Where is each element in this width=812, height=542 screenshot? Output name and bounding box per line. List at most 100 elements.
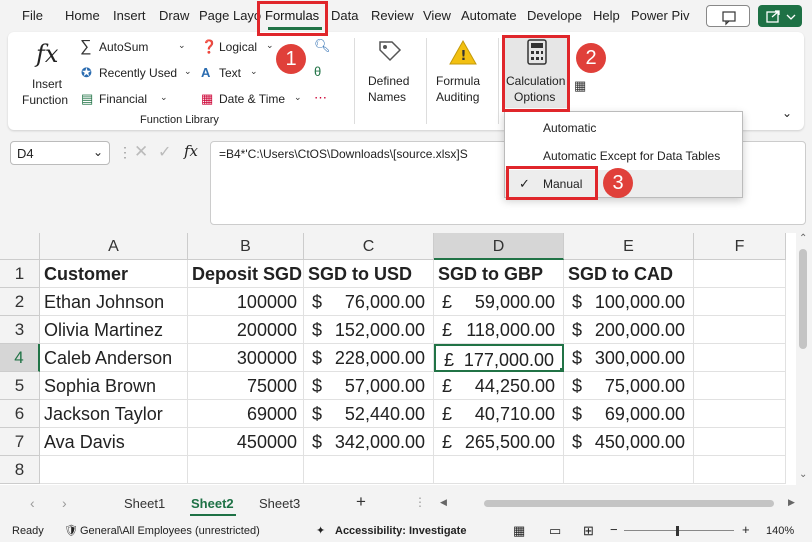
empty-cell[interactable] (694, 428, 786, 456)
vertical-scrollbar[interactable]: ⌃ ⌄ (796, 233, 812, 485)
zoom-slider-thumb[interactable] (676, 526, 679, 536)
calculate-sheet-button[interactable]: ▦ (574, 78, 594, 98)
menu-item-automatic-except-tables[interactable]: Automatic Except for Data Tables (505, 142, 742, 168)
currency-cell[interactable]: $300,000.00 (564, 344, 694, 372)
formula-auditing-button[interactable]: ! Formula Auditing (432, 36, 494, 108)
customer-cell[interactable]: Ethan Johnson (40, 288, 188, 316)
page-layout-view-icon[interactable]: ▭ (549, 523, 561, 539)
more-options-icon[interactable]: ⋮ (118, 144, 132, 161)
scroll-down-icon[interactable]: ⌄ (799, 469, 807, 480)
empty-cell[interactable] (694, 316, 786, 344)
insert-function-button[interactable]: fx Insert Function (14, 36, 78, 108)
tab-page-layout[interactable]: Page Layo (199, 8, 261, 23)
sheet-tab-sheet3[interactable]: Sheet3 (259, 496, 300, 511)
defined-names-button[interactable]: Defined Names (362, 36, 418, 108)
row-header-2[interactable]: 2 (0, 288, 40, 316)
horizontal-scrollbar-thumb[interactable] (484, 500, 774, 507)
math-trig-button[interactable]: θ (314, 64, 342, 84)
currency-cell[interactable]: $200,000.00 (564, 316, 694, 344)
row-header-5[interactable]: 5 (0, 372, 40, 400)
customer-cell[interactable]: Sophia Brown (40, 372, 188, 400)
zoom-slider[interactable] (624, 530, 734, 531)
empty-cell[interactable] (434, 456, 564, 484)
customer-cell[interactable]: Jackson Taylor (40, 400, 188, 428)
column-header-e[interactable]: E (564, 233, 694, 260)
horizontal-scrollbar[interactable]: ◀ ▶ (440, 497, 795, 509)
currency-cell[interactable]: $152,000.00 (304, 316, 434, 344)
empty-cell[interactable] (694, 372, 786, 400)
zoom-in-icon[interactable]: + (742, 522, 750, 537)
empty-cell[interactable] (694, 260, 786, 288)
currency-cell[interactable]: $100,000.00 (564, 288, 694, 316)
accessibility-status[interactable]: Accessibility: Investigate (335, 525, 466, 537)
tab-insert[interactable]: Insert (113, 8, 146, 23)
currency-cell[interactable]: £40,710.00 (434, 400, 564, 428)
tab-developer[interactable]: Develope (527, 8, 582, 23)
header-cell[interactable]: Deposit SGD (188, 260, 304, 288)
column-header-a[interactable]: A (40, 233, 188, 260)
empty-cell[interactable] (564, 456, 694, 484)
empty-cell[interactable] (694, 344, 786, 372)
column-header-b[interactable]: B (188, 233, 304, 260)
tab-data[interactable]: Data (331, 8, 358, 23)
currency-cell[interactable]: £44,250.00 (434, 372, 564, 400)
header-cell[interactable]: SGD to USD (304, 260, 434, 288)
column-header-c[interactable]: C (304, 233, 434, 260)
currency-cell[interactable]: £177,000.00 (434, 344, 564, 372)
currency-cell[interactable]: $228,000.00 (304, 344, 434, 372)
enter-icon[interactable]: ✓ (158, 142, 171, 162)
next-sheet-icon[interactable]: › (62, 495, 67, 511)
more-sheets-icon[interactable]: ⋮ (414, 495, 426, 509)
zoom-out-icon[interactable]: − (610, 522, 618, 537)
scrollbar-thumb[interactable] (799, 249, 807, 349)
autosum-button[interactable]: ∑ AutoSum ⌄ (80, 38, 192, 58)
customer-cell[interactable]: Olivia Martinez (40, 316, 188, 344)
collapse-ribbon-icon[interactable]: ⌄ (782, 106, 792, 120)
sheet-tab-sheet1[interactable]: Sheet1 (124, 496, 165, 511)
share-button[interactable] (758, 5, 802, 27)
header-cell[interactable]: SGD to GBP (434, 260, 564, 288)
customer-cell[interactable]: Ava Davis (40, 428, 188, 456)
row-header-7[interactable]: 7 (0, 428, 40, 456)
deposit-cell[interactable]: 100000 (188, 288, 304, 316)
column-header-f[interactable]: F (694, 233, 786, 260)
empty-cell[interactable] (40, 456, 188, 484)
zoom-level[interactable]: 140% (766, 525, 794, 537)
financial-button[interactable]: ▤ Financial ⌄ (80, 90, 192, 110)
row-header-8[interactable]: 8 (0, 456, 40, 484)
previous-sheet-icon[interactable]: ‹ (30, 495, 35, 511)
row-header-1[interactable]: 1 (0, 260, 40, 288)
normal-view-icon[interactable]: ▦ (513, 523, 525, 539)
deposit-cell[interactable]: 300000 (188, 344, 304, 372)
empty-cell[interactable] (304, 456, 434, 484)
cancel-icon[interactable]: ✕ (134, 142, 148, 162)
customer-cell[interactable]: Caleb Anderson (40, 344, 188, 372)
deposit-cell[interactable]: 69000 (188, 400, 304, 428)
lookup-reference-button[interactable]: 🔍︎ (314, 38, 342, 58)
header-cell[interactable]: Customer (40, 260, 188, 288)
page-break-view-icon[interactable]: ⊞ (583, 523, 594, 539)
empty-cell[interactable] (694, 456, 786, 484)
empty-cell[interactable] (694, 400, 786, 428)
currency-cell[interactable]: $57,000.00 (304, 372, 434, 400)
tab-home[interactable]: Home (65, 8, 100, 23)
tab-power-pivot[interactable]: Power Piv (631, 8, 690, 23)
tab-review[interactable]: Review (371, 8, 414, 23)
scroll-left-icon[interactable]: ◀ (440, 497, 447, 508)
currency-cell[interactable]: $52,440.00 (304, 400, 434, 428)
tab-draw[interactable]: Draw (159, 8, 189, 23)
chevron-down-icon[interactable]: ⌄ (93, 145, 103, 159)
currency-cell[interactable]: $76,000.00 (304, 288, 434, 316)
deposit-cell[interactable]: 450000 (188, 428, 304, 456)
name-box[interactable]: D4 ⌄ (10, 141, 110, 165)
row-header-6[interactable]: 6 (0, 400, 40, 428)
row-header-3[interactable]: 3 (0, 316, 40, 344)
date-time-button[interactable]: ▦ Date & Time ⌄ (200, 90, 310, 110)
row-header-4[interactable]: 4 (0, 344, 40, 372)
deposit-cell[interactable]: 200000 (188, 316, 304, 344)
tab-automate[interactable]: Automate (461, 8, 517, 23)
header-cell[interactable]: SGD to CAD (564, 260, 694, 288)
recently-used-button[interactable]: ✪ Recently Used ⌄ (80, 64, 192, 84)
tab-help[interactable]: Help (593, 8, 620, 23)
column-header-d[interactable]: D (434, 233, 564, 260)
